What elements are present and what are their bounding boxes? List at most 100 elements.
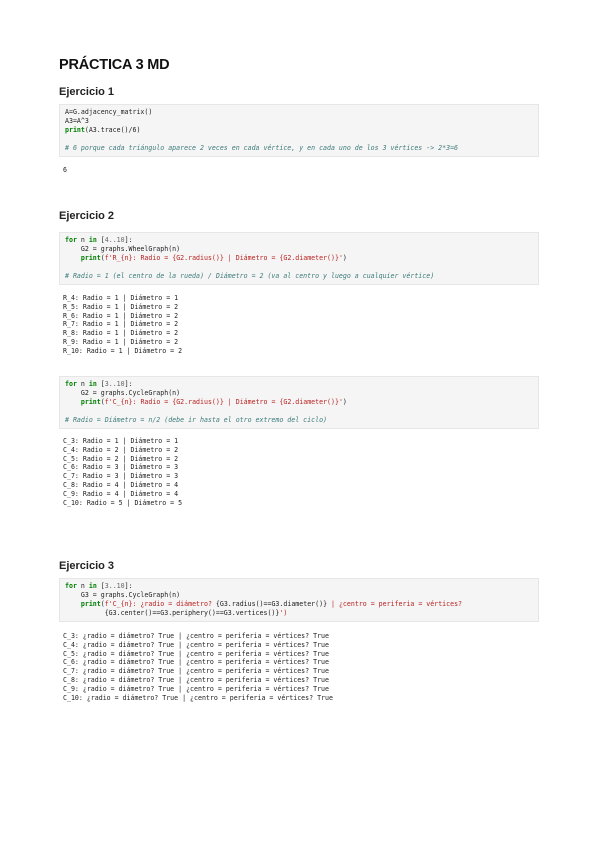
code-token: for (65, 380, 77, 388)
code-token: {G3.center()==G3.periphery()==G3.vertice… (65, 609, 280, 617)
output-line: C_10: Radio = 5 | Diámetro = 5 (63, 498, 183, 507)
output-line: C_8: ¿radio = diámetro? True | ¿centro =… (63, 675, 329, 684)
code-token: n (76, 582, 89, 590)
code-line: print(A3.trace()/6) (65, 126, 533, 135)
output-line: C_9: Radio = 4 | Diámetro = 4 (63, 489, 179, 498)
code-line: G2 = graphs.CycleGraph(n) (65, 389, 533, 398)
code-line: for n in [3..10]: (65, 582, 533, 591)
code-token: print (80, 254, 101, 262)
output-line: C_5: Radio = 2 | Diámetro = 2 (63, 454, 179, 463)
output-line: R_4: Radio = 1 | Diámetro = 1 (63, 294, 179, 302)
output-cell-3: C_3: Radio = 1 | Diámetro = 1 C_4: Radio … (63, 437, 533, 507)
code-token: n (76, 236, 89, 244)
code-token: ) (342, 254, 347, 262)
code-token: A=G.adjacency_matrix() (65, 108, 153, 116)
code-line: # Radio = Diámetro = n/2 (debe ir hasta … (65, 416, 533, 425)
code-cell-2[interactable]: for n in [4..10]: G2 = graphs.WheelGraph… (59, 232, 539, 285)
section-title-ejercicio-1: Ejercicio 1 (59, 86, 115, 98)
code-line: # 6 porque cada triángulo aparece 2 vece… (65, 144, 533, 153)
code-line (65, 135, 533, 144)
code-line: for n in [3..10]: (65, 380, 533, 389)
code-token: print (80, 600, 101, 608)
output-cell-1: 6 (63, 166, 533, 175)
code-token: in (88, 380, 97, 388)
code-line (65, 407, 533, 416)
output-line: C_4: Radio = 2 | Diámetro = 2 (63, 445, 179, 454)
output-line: C_5: ¿radio = diámetro? True | ¿centro =… (63, 649, 329, 658)
output-line: R_9: Radio = 1 | Diámetro = 2 (63, 337, 179, 346)
code-token: G2 = graphs.CycleGraph(n) (65, 389, 181, 397)
output-line: 6 (63, 166, 67, 174)
output-line: C_6: ¿radio = diámetro? True | ¿centro =… (63, 658, 329, 667)
code-token: G2 = graphs.WheelGraph(n) (65, 245, 181, 253)
code-token: f'R_{n}: Radio = {G2.radius()} | Diámetr… (104, 254, 343, 262)
output-line: C_7: Radio = 3 | Diámetro = 3 (63, 472, 179, 481)
code-token: print (65, 126, 85, 134)
code-token: ]: (124, 236, 133, 244)
code-token: 3..10 (104, 380, 125, 388)
output-line: R_8: Radio = 1 | Diámetro = 2 (63, 329, 179, 338)
code-token: in (88, 582, 97, 590)
output-line: C_3: Radio = 1 | Diámetro = 1 (63, 437, 179, 445)
code-line: print(f'R_{n}: Radio = {G2.radius()} | D… (65, 254, 533, 263)
code-line (65, 263, 533, 272)
output-line: R_7: Radio = 1 | Diámetro = 2 (63, 320, 179, 329)
code-token: [ (96, 582, 105, 590)
output-cell-2: R_4: Radio = 1 | Diámetro = 1 R_5: Radio … (63, 294, 533, 356)
code-token: 3..10 (104, 582, 125, 590)
code-token: | ¿centro = periferia = vértices? (327, 600, 463, 608)
code-line: {G3.center()==G3.periphery()==G3.vertice… (65, 609, 533, 618)
page-title: PRÁCTICA 3 MD (59, 57, 170, 73)
code-token: # Radio = Diámetro = n/2 (debe ir hasta … (65, 416, 328, 424)
code-token: in (88, 236, 97, 244)
code-line: print(f'C_{n}: Radio = {G2.radius()} | D… (65, 398, 533, 407)
output-line: R_6: Radio = 1 | Diámetro = 2 (63, 311, 179, 320)
code-token: [ (96, 380, 105, 388)
code-token: G3 = graphs.CycleGraph(n) (65, 591, 181, 599)
code-line: G2 = graphs.WheelGraph(n) (65, 245, 533, 254)
code-token: for (65, 236, 77, 244)
code-token: for (65, 582, 77, 590)
output-line: C_8: Radio = 4 | Diámetro = 4 (63, 480, 179, 489)
code-token: ) (342, 398, 347, 406)
output-line: C_10: ¿radio = diámetro? True | ¿centro … (63, 693, 333, 702)
code-line: for n in [4..10]: (65, 236, 533, 245)
code-token: [ (96, 236, 105, 244)
output-line: R_5: Radio = 1 | Diámetro = 2 (63, 302, 179, 311)
code-token: print (80, 398, 101, 406)
code-line: A3=A^3 (65, 117, 533, 126)
code-cell-3[interactable]: for n in [3..10]: G2 = graphs.CycleGraph… (59, 376, 539, 429)
code-cell-4[interactable]: for n in [3..10]: G3 = graphs.CycleGraph… (59, 578, 539, 622)
output-line: C_3: ¿radio = diámetro? True | ¿centro =… (63, 632, 329, 640)
code-token: # Radio = 1 (el centro de la rueda) / Di… (65, 272, 435, 280)
code-token: n (76, 380, 89, 388)
code-token: ]: (124, 380, 133, 388)
code-token: # 6 porque cada triángulo aparece 2 vece… (65, 144, 459, 152)
output-line: C_7: ¿radio = diámetro? True | ¿centro =… (63, 667, 329, 676)
code-token: f'C_{n}: Radio = {G2.radius()} | Diámetr… (104, 398, 343, 406)
output-line: C_6: Radio = 3 | Diámetro = 3 (63, 463, 179, 472)
code-cell-1[interactable]: A=G.adjacency_matrix() A3=A^3 print(A3.tra… (59, 104, 539, 157)
code-token: A3=A^3 (65, 117, 89, 125)
code-token: 4..10 (104, 236, 125, 244)
code-token: ]: (124, 582, 133, 590)
code-token: {G3.radius()==G3.diameter()} (215, 600, 328, 608)
code-token: (A3.trace()/6) (84, 126, 141, 134)
code-line: G3 = graphs.CycleGraph(n) (65, 591, 533, 600)
code-token: ') (279, 609, 288, 617)
code-line: # Radio = 1 (el centro de la rueda) / Di… (65, 272, 533, 281)
section-title-ejercicio-2: Ejercicio 2 (59, 210, 115, 222)
section-title-ejercicio-3: Ejercicio 3 (59, 560, 115, 572)
output-line: C_9: ¿radio = diámetro? True | ¿centro =… (63, 684, 329, 693)
output-line: C_4: ¿radio = diámetro? True | ¿centro =… (63, 640, 329, 649)
output-line: R_10: Radio = 1 | Diámetro = 2 (63, 346, 183, 355)
code-token: f'C_{n}: ¿radio = diámetro? (104, 600, 216, 608)
code-line: A=G.adjacency_matrix() (65, 108, 533, 117)
output-cell-4: C_3: ¿radio = diámetro? True | ¿centro =… (63, 632, 533, 702)
